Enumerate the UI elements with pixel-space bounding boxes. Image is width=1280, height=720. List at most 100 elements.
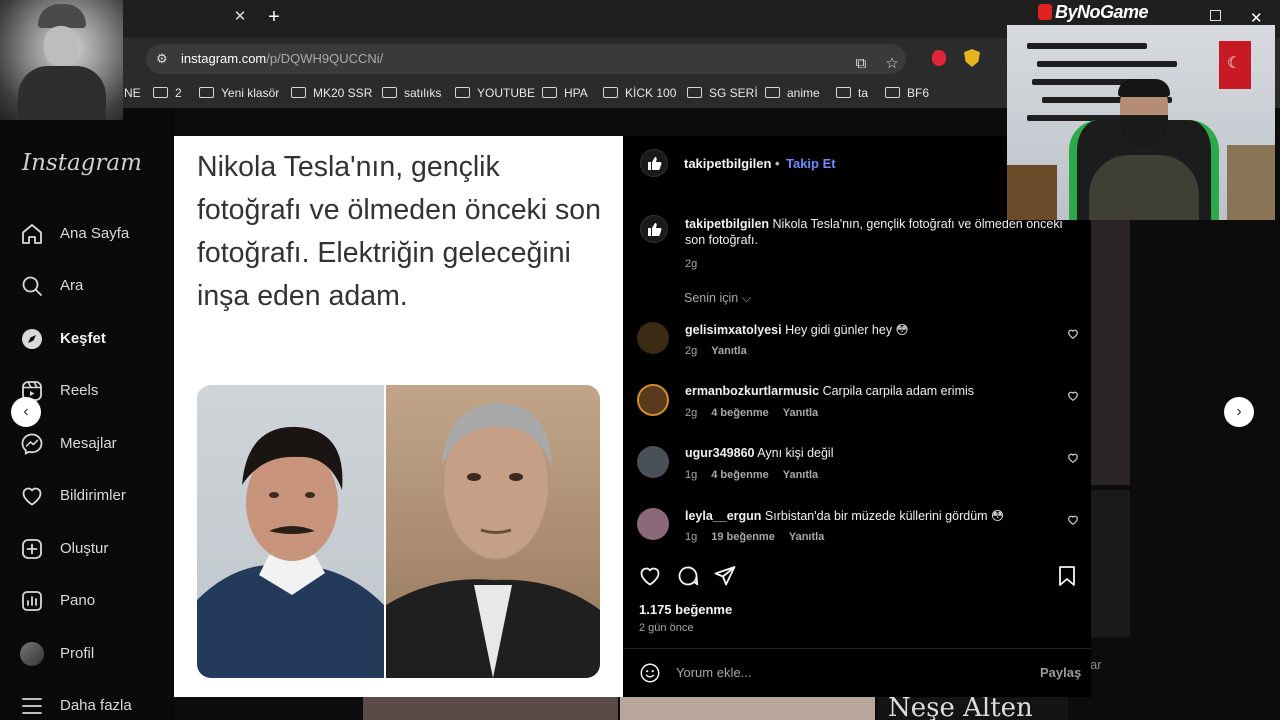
bookmark-folder[interactable]: MK20 SSR: [291, 86, 372, 102]
reply-button[interactable]: Yanıtla: [783, 407, 818, 419]
bookmark-folder[interactable]: BF6: [885, 86, 929, 102]
commenter-avatar[interactable]: [637, 508, 669, 540]
sidebar-item-label: Daha fazla: [60, 697, 132, 714]
bookmark-star-icon[interactable]: ☆: [883, 55, 901, 73]
comment-likes[interactable]: 4 beğenme: [711, 407, 768, 419]
window-restore-icon[interactable]: [1210, 10, 1221, 21]
comment-item: ermanbozkurtlarmusic Carpila carpila ada…: [637, 384, 1082, 428]
commenter-avatar[interactable]: [637, 446, 669, 478]
save-bookmark-icon[interactable]: [1055, 564, 1079, 588]
sidebar-item-search[interactable]: Ara: [20, 272, 170, 300]
reply-button[interactable]: Yanıtla: [711, 345, 746, 357]
sidebar-item-dashboard[interactable]: Pano: [20, 587, 170, 615]
new-tab-button[interactable]: +: [265, 6, 283, 28]
profile-avatar: [20, 642, 44, 666]
comment-input[interactable]: Yorum ekle...: [676, 665, 751, 680]
commenter-username[interactable]: ermanbozkurtlarmusic: [685, 384, 819, 398]
reply-button[interactable]: Yanıtla: [789, 531, 824, 543]
url-text: instagram.com/p/DQWH9QUCCNi/: [181, 51, 384, 66]
next-post-button[interactable]: ›: [1224, 397, 1254, 427]
commenter-username[interactable]: ugur349860: [685, 446, 754, 460]
young-portrait-illustration: [197, 426, 384, 678]
comment-text: ermanbozkurtlarmusic Carpila carpila ada…: [685, 384, 975, 398]
sidebar-item-notifications[interactable]: Bildirimler: [20, 482, 170, 510]
sidebar-item-explore[interactable]: Keşfet: [20, 325, 170, 353]
install-app-icon[interactable]: ⧉: [852, 55, 870, 73]
extension-shield-icon[interactable]: [964, 49, 980, 67]
comment-like-heart-icon[interactable]: [1067, 514, 1079, 526]
site-info-icon[interactable]: ⚙: [156, 51, 172, 67]
bookmark-item[interactable]: NE: [124, 86, 141, 102]
bookmark-folder[interactable]: ta: [836, 86, 868, 102]
comment-text: ugur349860 Aynı kişi değil: [685, 446, 834, 460]
comment-likes[interactable]: 19 beğenme: [711, 531, 775, 543]
bookmark-folder[interactable]: KİCK 100: [603, 86, 676, 102]
share-send-icon[interactable]: [713, 564, 737, 588]
bookmark-folder[interactable]: Yeni klasör: [199, 86, 279, 102]
commenter-avatar[interactable]: [637, 322, 669, 354]
sidebar-item-messages[interactable]: Mesajlar: [20, 430, 170, 458]
reply-button[interactable]: Yanıtla: [783, 469, 818, 481]
sidebar-item-more[interactable]: Daha fazla: [20, 692, 170, 720]
bookmark-folder[interactable]: 2: [153, 86, 182, 102]
wall-rifle: [1027, 43, 1147, 49]
explore-tile[interactable]: [1090, 220, 1130, 485]
comment-likes[interactable]: 4 beğenme: [711, 469, 768, 481]
follow-button[interactable]: Takip Et: [786, 156, 836, 171]
thumbs-up-icon: [648, 157, 662, 170]
instagram-logo[interactable]: Instagram: [22, 150, 142, 176]
comment-item: gelisimxatolyesi Hey gidi günler hey 😳 2…: [637, 322, 1082, 366]
explore-tile[interactable]: Neşe Alten: [878, 693, 1068, 720]
bookmark-folder[interactable]: anime: [765, 86, 820, 102]
search-icon: [22, 276, 42, 296]
comment-bubble-icon[interactable]: [676, 564, 700, 588]
commenter-username[interactable]: gelisimxatolyesi: [685, 323, 782, 337]
previous-post-button[interactable]: ‹: [11, 397, 41, 427]
folder-icon: [455, 87, 470, 98]
sidebar-item-label: Oluştur: [60, 540, 109, 557]
old-portrait-illustration: [386, 403, 600, 678]
sidebar-item-label: Reels: [60, 382, 99, 399]
explore-tile[interactable]: [1090, 490, 1130, 637]
sidebar-item-create[interactable]: Oluştur: [20, 535, 170, 563]
comment-item: leyla__ergun Sırbistan'da bir müzede kül…: [637, 508, 1082, 552]
bookmark-folder[interactable]: YOUTUBE: [455, 86, 535, 102]
comment-like-heart-icon[interactable]: [1067, 328, 1079, 340]
folder-icon: [542, 87, 557, 98]
commenter-username[interactable]: leyla__ergun: [685, 509, 761, 523]
bookmark-folder[interactable]: satılıks: [382, 86, 441, 102]
bookmark-folder[interactable]: HPA: [542, 86, 588, 102]
post-image[interactable]: Nikola Tesla'nın, gençlik fotoğrafı ve ö…: [174, 136, 623, 697]
author-avatar[interactable]: [640, 149, 668, 177]
portrait-overlay: [0, 0, 123, 120]
post-author-username[interactable]: takipetbilgilen •: [684, 156, 780, 171]
chevron-down-icon: ⌵: [741, 291, 752, 305]
post-comment-button[interactable]: Paylaş: [1040, 665, 1081, 680]
sidebar-item-reels[interactable]: Reels: [20, 377, 170, 405]
sidebar-item-home[interactable]: Ana Sayfa: [20, 220, 170, 248]
comment-item: ugur349860 Aynı kişi değil 1g 4 beğenme Ya…: [637, 446, 1082, 490]
comment-text: leyla__ergun Sırbistan'da bir müzede kül…: [685, 509, 1005, 523]
emoji-icon[interactable]: [639, 662, 661, 684]
explore-tile[interactable]: [620, 697, 875, 720]
caption-author-avatar[interactable]: [640, 215, 668, 243]
sidebar-item-label: Keşfet: [60, 330, 106, 347]
bookmark-folder[interactable]: SG SERİ: [687, 86, 758, 102]
sidebar-item-profile[interactable]: Profil: [20, 640, 170, 668]
comment-like-heart-icon[interactable]: [1067, 452, 1079, 464]
url-field[interactable]: ⚙ instagram.com/p/DQWH9QUCCNi/ ⧉ ☆: [146, 44, 906, 74]
comment-sort-dropdown[interactable]: Senin için ⌵: [684, 291, 751, 306]
comment-like-heart-icon[interactable]: [1067, 390, 1079, 402]
like-heart-icon[interactable]: [638, 564, 662, 588]
flag-icon: [1219, 41, 1251, 89]
commenter-avatar[interactable]: [637, 384, 669, 416]
webcam-overlay: [1007, 25, 1275, 220]
likes-count[interactable]: 1.175 beğenme: [639, 602, 732, 617]
brand-logo: ByNoGame: [1038, 2, 1149, 23]
explore-tile[interactable]: [363, 697, 618, 720]
tesla-photos: [197, 385, 600, 678]
folder-icon: [836, 87, 851, 98]
tab-close-button[interactable]: ✕: [232, 8, 248, 26]
caption-username[interactable]: takipetbilgilen: [685, 217, 769, 231]
extension-red-icon[interactable]: [932, 50, 946, 66]
